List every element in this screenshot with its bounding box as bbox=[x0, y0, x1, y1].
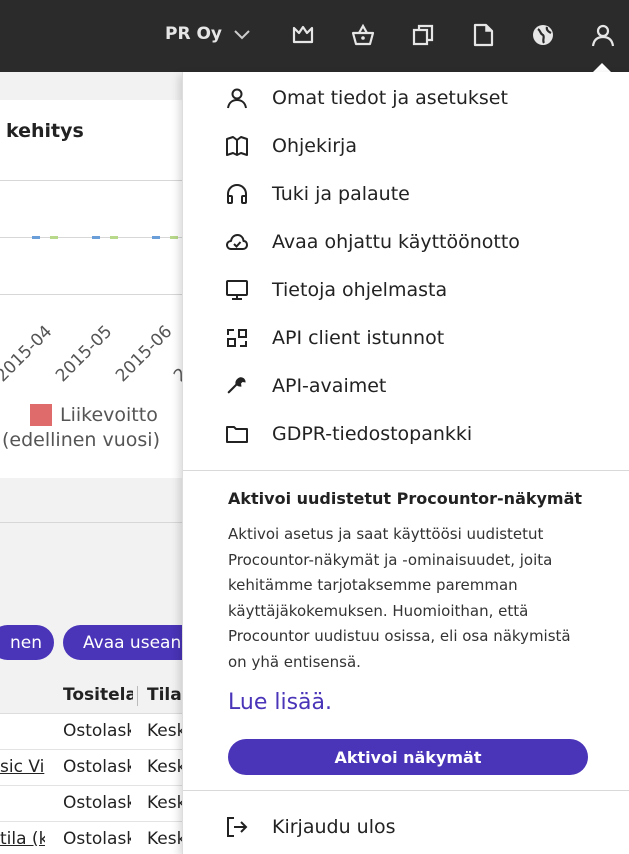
logout-button[interactable]: Kirjaudu ulos bbox=[183, 803, 629, 851]
column-divider bbox=[137, 686, 138, 706]
table-cell-link[interactable]: tila (k bbox=[0, 829, 45, 849]
monitor-icon bbox=[225, 278, 249, 302]
bar-marker bbox=[170, 236, 178, 239]
bar-marker bbox=[92, 236, 100, 239]
table-cell: Ostolask bbox=[63, 757, 131, 777]
table-row[interactable]: sic Vi Ostolask Kesk bbox=[0, 750, 200, 786]
menu-item-label: Omat tiedot ja asetukset bbox=[272, 87, 508, 109]
user-menu: Omat tiedot ja asetukset Ohjekirja Tuki … bbox=[182, 72, 629, 854]
bar-marker bbox=[32, 236, 40, 239]
menu-item-label: Tietoja ohjelmasta bbox=[272, 279, 448, 301]
chevron-down-icon bbox=[234, 30, 250, 40]
grid-line bbox=[0, 180, 200, 181]
globe-icon[interactable] bbox=[530, 22, 556, 48]
menu-item-gdpr[interactable]: GDPR-tiedostopankki bbox=[183, 410, 629, 458]
folder-icon bbox=[225, 422, 249, 446]
menu-item-profile[interactable]: Omat tiedot ja asetukset bbox=[183, 74, 629, 122]
menu-item-label: Tuki ja palaute bbox=[272, 183, 410, 205]
promo-title: Aktivoi uudistetut Procountor-näkymät bbox=[228, 489, 583, 508]
column-header-type[interactable]: Tositelaj bbox=[63, 685, 133, 705]
table-row[interactable]: tila (k Ostolask Kesk bbox=[0, 822, 200, 854]
user-icon[interactable] bbox=[590, 22, 616, 48]
menu-item-api-sessions[interactable]: API client istunnot bbox=[183, 314, 629, 362]
user-icon bbox=[225, 86, 249, 110]
top-bar: PR Oy bbox=[0, 0, 629, 72]
activate-views-button[interactable]: Aktivoi näkymät bbox=[228, 739, 588, 775]
legend-swatch bbox=[30, 404, 52, 426]
menu-item-label: GDPR-tiedostopankki bbox=[272, 423, 473, 445]
divider bbox=[0, 522, 200, 523]
menu-item-label: Ohjekirja bbox=[272, 135, 357, 157]
logout-icon bbox=[225, 815, 249, 839]
wrench-icon bbox=[225, 374, 249, 398]
menu-item-label: Avaa ohjattu käyttöönotto bbox=[272, 231, 520, 253]
chart-title: kehitys bbox=[6, 120, 84, 142]
document-icon[interactable] bbox=[470, 22, 496, 48]
basket-icon[interactable] bbox=[350, 22, 376, 48]
book-icon bbox=[225, 134, 249, 158]
legend-label-2: (edellinen vuosi) bbox=[2, 429, 161, 451]
menu-item-support[interactable]: Tuki ja palaute bbox=[183, 170, 629, 218]
table-cell: Ostolask bbox=[63, 793, 131, 813]
crown-icon[interactable] bbox=[290, 22, 316, 48]
menu-item-label: API client istunnot bbox=[272, 327, 445, 349]
menu-item-manual[interactable]: Ohjekirja bbox=[183, 122, 629, 170]
windows-icon[interactable] bbox=[410, 22, 436, 48]
table-cell: Kesk bbox=[147, 757, 183, 777]
menu-item-about[interactable]: Tietoja ohjelmasta bbox=[183, 266, 629, 314]
table-cell: Kesk bbox=[147, 793, 183, 813]
table-row[interactable]: Ostolask Kesk bbox=[0, 714, 200, 750]
company-name: PR Oy bbox=[165, 24, 223, 44]
cloud-icon bbox=[225, 230, 249, 254]
documents-table: Tositelaj Tila Ostolask Kesk sic Vi Osto… bbox=[0, 678, 200, 854]
table-cell: Ostolask bbox=[63, 721, 131, 741]
logout-label: Kirjaudu ulos bbox=[272, 816, 396, 838]
grid-line bbox=[0, 294, 200, 295]
table-row[interactable]: Ostolask Kesk bbox=[0, 786, 200, 822]
read-more-link[interactable]: Lue lisää. bbox=[228, 690, 332, 715]
api-client-icon bbox=[225, 326, 249, 350]
company-selector[interactable]: PR Oy bbox=[165, 24, 252, 44]
bar-marker bbox=[110, 236, 118, 239]
bar-marker bbox=[152, 236, 160, 239]
menu-item-onboarding[interactable]: Avaa ohjattu käyttöönotto bbox=[183, 218, 629, 266]
menu-divider bbox=[183, 790, 629, 791]
headphones-icon bbox=[225, 182, 249, 206]
bar-marker bbox=[50, 236, 58, 239]
legend-label: Liikevoitto bbox=[60, 404, 158, 426]
table-header: Tositelaj Tila bbox=[0, 678, 200, 714]
menu-divider bbox=[183, 470, 629, 471]
table-cell: Kesk bbox=[147, 721, 183, 741]
promo-text: Aktivoi asetus ja saat käyttöösi uudiste… bbox=[228, 525, 571, 671]
table-cell: Kesk bbox=[147, 829, 183, 849]
column-header-status[interactable]: Tila bbox=[147, 685, 187, 705]
table-cell-link[interactable]: sic Vi bbox=[0, 757, 45, 777]
menu-item-api-keys[interactable]: API-avaimet bbox=[183, 362, 629, 410]
table-cell: Ostolask bbox=[63, 829, 131, 849]
action-button[interactable]: nen bbox=[0, 625, 54, 660]
menu-item-label: API-avaimet bbox=[272, 375, 387, 397]
